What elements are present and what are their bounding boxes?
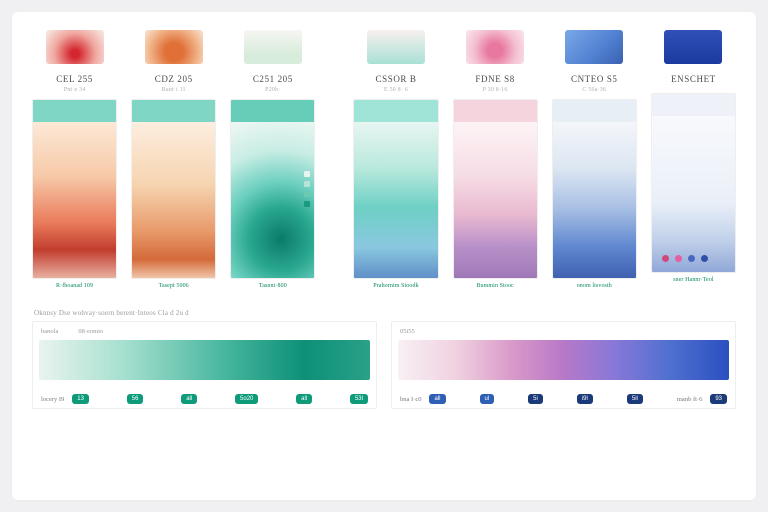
- color-chip: [565, 30, 623, 64]
- value-tag[interactable]: 13: [72, 394, 89, 404]
- value-tag[interactable]: all: [181, 394, 197, 404]
- swatch-caption: sner Hannr·Teol: [673, 277, 714, 283]
- swatch-title: C251 205: [253, 74, 293, 84]
- value-tag[interactable]: 5i: [528, 394, 543, 404]
- gradient-strip: [39, 340, 370, 380]
- timeline-head: banola 08·eomio: [41, 328, 368, 335]
- value-tag[interactable]: 56: [127, 394, 144, 404]
- swatch-caption: Prahornim Stoodk: [373, 283, 418, 289]
- timeline-foot-label: locery I9: [41, 396, 64, 403]
- timeline-end-label: manb ft·6: [677, 396, 702, 403]
- value-tag[interactable]: ul: [480, 394, 495, 404]
- timeline-right: 05i55 bna I·c0 all ul 5i i9l 5il manb ft…: [391, 321, 736, 409]
- swatch-title: Cdz 205: [155, 74, 193, 84]
- timeline-left: banola 08·eomio E258R locery I9 13 56 al…: [32, 321, 377, 409]
- value-tag[interactable]: all: [429, 394, 445, 404]
- swatch-subtitle: P20h·: [265, 87, 280, 93]
- swatch-panel: [651, 93, 736, 273]
- swatch-subtitle: E 50 8· 6: [384, 87, 408, 93]
- swatch-item[interactable]: Cnteo S5 C 50a·36 onom lisvosth: [552, 30, 637, 289]
- swatch-subtitle: C 50a·36: [582, 87, 606, 93]
- swatch-item[interactable]: Cel 255 Pnt·e 34 R·fhoanad 109: [32, 30, 117, 289]
- timeline-foot: locery I9 13 56 all 5o20 all 53l: [41, 394, 368, 404]
- swatch-subtitle: P 30 8·16: [483, 87, 508, 93]
- color-chip: [46, 30, 104, 64]
- value-tag[interactable]: all: [296, 394, 312, 404]
- swatch-caption: R·fhoanad 109: [56, 283, 93, 289]
- swatch-title: Fdne S8: [475, 74, 514, 84]
- swatch-title: Cssor B: [376, 74, 417, 84]
- color-chip: [466, 30, 524, 64]
- swatch-caption: onom lisvosth: [577, 283, 612, 289]
- timeline-head-item: 08·eomio: [78, 328, 103, 335]
- gradient-strip: [398, 340, 729, 380]
- swatch-item[interactable]: Fdne S8 P 30 8·16 Bummin Stooc: [453, 30, 538, 289]
- section-label: Oknnsy Dse wohvay·soern berent·Inteos Cl…: [34, 309, 736, 317]
- swatch-caption: Tasept 5006: [159, 283, 189, 289]
- swatch-title: Cnteo S5: [571, 74, 618, 84]
- swatch-item[interactable]: Cdz 205 Rant·i 11 Tasept 5006: [131, 30, 216, 289]
- timeline-foot-label: bna I·c0: [400, 396, 421, 403]
- color-chip: [367, 30, 425, 64]
- swatch-item[interactable]: C251 205 P20h· Tasnnt·800: [230, 30, 315, 289]
- timeline-head: 05i55: [400, 328, 727, 335]
- palette-card: Cel 255 Pnt·e 34 R·fhoanad 109 Cdz 205 R…: [12, 12, 756, 500]
- swatch-panel: [353, 99, 438, 279]
- color-chip: [664, 30, 722, 64]
- value-tag[interactable]: i9l: [577, 394, 593, 404]
- timeline-head-item: banola: [41, 328, 58, 335]
- swatch-panel: [131, 99, 216, 279]
- value-tag[interactable]: 93: [710, 394, 727, 404]
- swatch-panel: [230, 99, 315, 279]
- value-tag[interactable]: 5il: [627, 394, 643, 404]
- swatch-panel: [32, 99, 117, 279]
- swatch-row: Cel 255 Pnt·e 34 R·fhoanad 109 Cdz 205 R…: [32, 30, 736, 289]
- color-chip: [145, 30, 203, 64]
- swatch-caption: Tasnnt·800: [259, 283, 287, 289]
- swatch-subtitle: Rant·i 11: [162, 87, 186, 93]
- value-tag[interactable]: 5o20: [235, 394, 258, 404]
- legend-dots: [304, 171, 310, 207]
- value-tag[interactable]: 53l: [350, 394, 368, 404]
- swatch-title: Enschet: [671, 74, 716, 84]
- swatch-item[interactable]: Cssor B E 50 8· 6 Prahornim Stoodk: [353, 30, 438, 289]
- color-chip: [244, 30, 302, 64]
- timeline-foot: bna I·c0 all ul 5i i9l 5il manb ft·6 93: [400, 394, 727, 404]
- dot-row: [662, 255, 708, 262]
- timeline-row: banola 08·eomio E258R locery I9 13 56 al…: [32, 321, 736, 409]
- swatch-panel: [453, 99, 538, 279]
- swatch-subtitle: Pnt·e 34: [64, 87, 86, 93]
- swatch-title: Cel 255: [56, 74, 93, 84]
- swatch-caption: Bummin Stooc: [476, 283, 513, 289]
- swatch-panel: [552, 99, 637, 279]
- timeline-head-item: 05i55: [400, 328, 415, 335]
- swatch-item[interactable]: Enschet sner Hannr·Teol: [651, 30, 736, 283]
